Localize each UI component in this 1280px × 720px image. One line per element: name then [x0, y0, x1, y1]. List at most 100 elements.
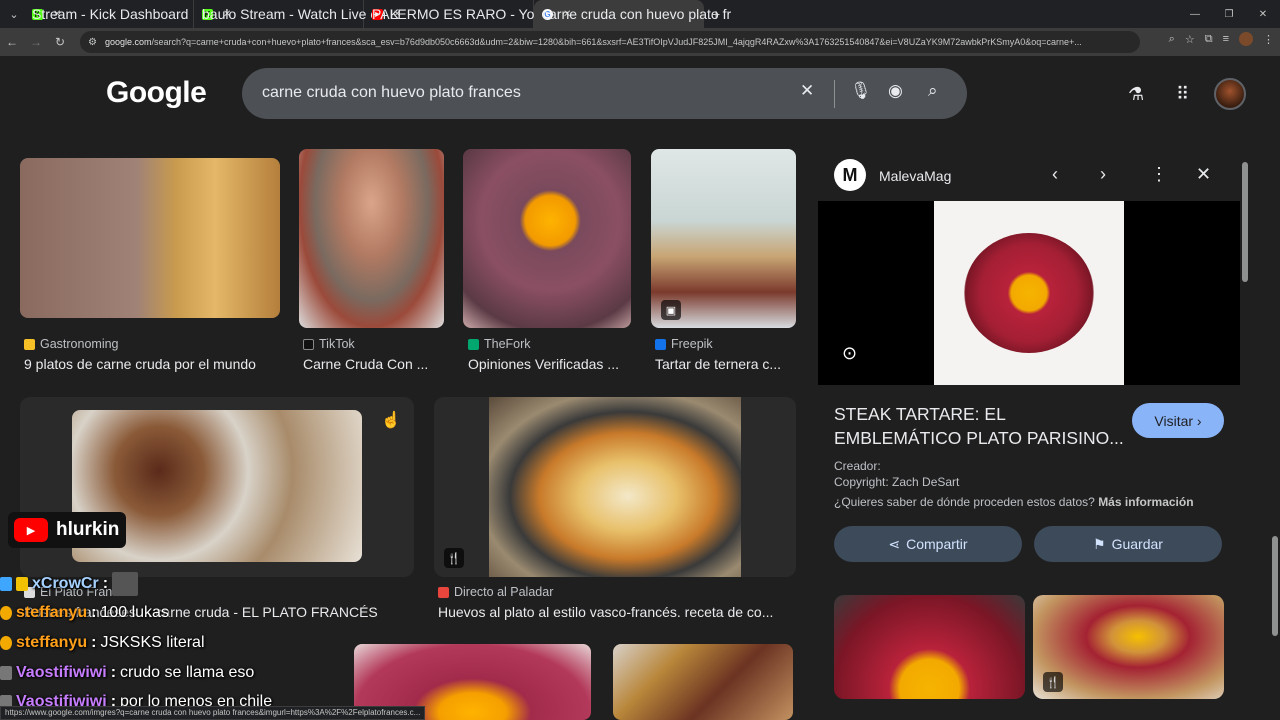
- image-preview-panel: M MalevaMag ‹ › ⋮ ✕ ⊙ STEAK TARTARE: EL …: [818, 150, 1240, 710]
- panel-title[interactable]: STEAK TARTARE: EL EMBLEMÁTICO PLATO PARI…: [834, 402, 1124, 450]
- zoom-icon[interactable]: ⌕: [1169, 33, 1175, 46]
- visit-button[interactable]: Visitar ›: [1132, 403, 1224, 438]
- menu-icon[interactable]: ⋮: [1263, 33, 1274, 46]
- url-bar[interactable]: ⚙ google.com /search?q=carne+cruda+con+h…: [80, 31, 1140, 53]
- close-panel-icon[interactable]: ✕: [1196, 164, 1211, 185]
- more-options-icon[interactable]: ⋮: [1150, 164, 1168, 185]
- image-icon: ▣: [661, 300, 681, 320]
- recipe-utensils-icon: 🍴: [444, 548, 464, 568]
- emote-icon: [112, 572, 139, 596]
- maximize-icon[interactable]: ❐: [1212, 9, 1246, 20]
- bookmark-star-icon[interactable]: ☆: [1185, 33, 1195, 46]
- back-icon[interactable]: ←: [0, 35, 24, 49]
- result-source[interactable]: TikTok: [303, 337, 355, 351]
- result-image-3[interactable]: [463, 149, 631, 328]
- chat-message: xCrowCr:: [0, 572, 139, 596]
- tab-youtube[interactable]: ▶ PALERMO ES RARO - YouTube ✕: [364, 0, 574, 28]
- tab-google-search[interactable]: G carne cruda con huevo plato fr ✕: [534, 0, 731, 28]
- share-button[interactable]: ⋖ Compartir: [834, 526, 1022, 562]
- creator-label: Creador:: [834, 459, 881, 473]
- extensions-icon[interactable]: ⧉: [1205, 33, 1213, 46]
- tab-kick-stream[interactable]: K baulo Stream - Watch Live on K ✕: [194, 0, 399, 28]
- preview-image[interactable]: [934, 201, 1124, 385]
- result-image-2[interactable]: [299, 149, 444, 328]
- bookmark-icon: ⚑: [1093, 535, 1106, 552]
- panel-scrollbar[interactable]: [1240, 150, 1250, 698]
- freepik-icon: [655, 338, 666, 350]
- source-name: Gastronoming: [40, 337, 119, 351]
- result-source[interactable]: TheFork: [468, 337, 531, 351]
- apps-grid-icon[interactable]: ⠿: [1176, 84, 1189, 105]
- panel-scroll-thumb[interactable]: [1242, 162, 1248, 282]
- mouse-cursor-icon: ☝: [381, 412, 401, 429]
- address-toolbar: ← → ↻ ⚙ google.com /search?q=carne+cruda…: [0, 28, 1280, 56]
- page-scroll-thumb[interactable]: [1272, 536, 1278, 636]
- result-image-1[interactable]: [20, 158, 280, 318]
- result-image-6[interactable]: [489, 397, 741, 577]
- url-domain: google.com: [104, 37, 152, 47]
- tab-search-icon[interactable]: ⌄: [4, 4, 24, 24]
- badge-icon: [0, 636, 12, 650]
- chat-message: steffanyu: 100 lukas: [0, 604, 169, 622]
- source-name: Directo al Paladar: [454, 585, 554, 599]
- directo-al-paladar-icon: [438, 586, 449, 598]
- page-scrollbar[interactable]: [1270, 56, 1280, 720]
- search-box[interactable]: carne cruda con huevo plato frances ✕ 🎙 …: [242, 68, 967, 119]
- tab-title: carne cruda con huevo plato fr: [542, 6, 732, 22]
- toolbar-icons: ⌕ ☆ ⧉ ≡ ⋮: [1169, 32, 1274, 46]
- malevamag-logo[interactable]: M: [834, 159, 866, 191]
- result-title[interactable]: Opiniones Verificadas ...: [468, 356, 619, 372]
- close-window-icon[interactable]: ✕: [1246, 9, 1280, 20]
- next-icon[interactable]: ›: [1100, 164, 1106, 185]
- labs-flask-icon[interactable]: ⚗: [1128, 84, 1144, 105]
- reading-list-icon[interactable]: ≡: [1223, 33, 1229, 45]
- chat-colon: :: [102, 575, 109, 592]
- chat-user: steffanyu: [16, 634, 88, 651]
- forward-icon[interactable]: →: [24, 35, 48, 49]
- save-button[interactable]: ⚑ Guardar: [1034, 526, 1222, 562]
- search-input[interactable]: carne cruda con huevo plato frances: [262, 84, 521, 102]
- result-title[interactable]: Huevos al plato al estilo vasco-francés.…: [438, 604, 773, 620]
- chat-colon: :: [91, 604, 97, 621]
- previous-icon[interactable]: ‹: [1052, 164, 1058, 185]
- badge-icon: [0, 666, 12, 680]
- chat-message: Vaostifiwiwi: crudo se llama eso: [0, 664, 254, 682]
- google-header: Google carne cruda con huevo plato franc…: [0, 56, 1280, 136]
- profile-icon[interactable]: [1239, 32, 1253, 46]
- minimize-icon[interactable]: —: [1178, 9, 1212, 20]
- result-image-8[interactable]: [613, 644, 793, 720]
- chat-message: steffanyu: JSKSKS literal: [0, 634, 205, 652]
- reload-icon[interactable]: ↻: [48, 35, 72, 49]
- panel-site-name[interactable]: MalevaMag: [879, 168, 951, 184]
- tab-kick-dashboard[interactable]: K Stream - Kick Dashboard ✕: [24, 0, 194, 28]
- result-source[interactable]: Gastronoming: [24, 337, 119, 351]
- clear-icon[interactable]: ✕: [800, 81, 814, 101]
- related-image-1[interactable]: [834, 595, 1025, 699]
- share-label: Compartir: [906, 536, 968, 552]
- youtube-logo-icon: ▶: [14, 518, 48, 542]
- account-avatar[interactable]: [1214, 78, 1246, 110]
- more-info-link[interactable]: Más información: [1098, 495, 1193, 509]
- source-name: TikTok: [319, 337, 355, 351]
- source-name: TheFork: [484, 337, 531, 351]
- camera-lens-icon[interactable]: ◉: [888, 81, 903, 101]
- result-source[interactable]: Freepik: [655, 337, 713, 351]
- tartare-image: [964, 233, 1094, 353]
- site-info-icon[interactable]: ⚙: [88, 37, 97, 48]
- status-bar-url: https://www.google.com/imgres?q=carne cr…: [0, 706, 426, 720]
- tab-title: Stream - Kick Dashboard: [32, 6, 189, 22]
- microphone-icon[interactable]: 🎙: [850, 81, 872, 101]
- lens-search-icon[interactable]: ⊙: [842, 343, 857, 364]
- result-title[interactable]: 9 platos de carne cruda por el mundo: [24, 356, 256, 372]
- recipe-utensils-icon: 🍴: [1043, 672, 1063, 692]
- copyright-text: Copyright: Zach DeSart: [834, 475, 960, 489]
- window-controls: — ❐ ✕: [1178, 0, 1280, 28]
- result-title[interactable]: Tartar de ternera c...: [655, 356, 781, 372]
- gastronoming-icon: [24, 338, 35, 350]
- result-title[interactable]: Carne Cruda Con ...: [303, 356, 428, 372]
- result-source[interactable]: Directo al Paladar: [438, 585, 553, 599]
- google-logo[interactable]: Google: [106, 76, 207, 110]
- youtube-overlay-badge: ▶ hlurkin: [8, 512, 126, 548]
- search-icon[interactable]: ⌕: [928, 81, 938, 101]
- chat-user: steffanyu: [16, 604, 88, 621]
